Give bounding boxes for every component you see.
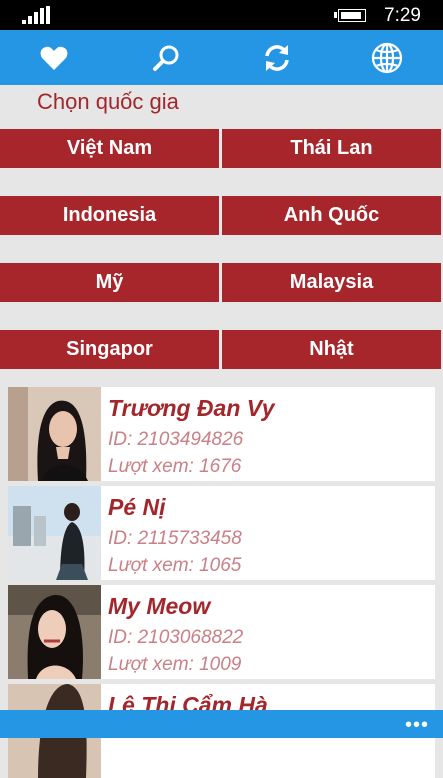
profile-name: Pé Nị <box>108 494 166 520</box>
heart-icon[interactable] <box>36 40 72 76</box>
list-item[interactable]: Trương Đan Vy ID: 2103494826 Lượt xem: 1… <box>8 387 435 481</box>
country-button-indonesia[interactable]: Indonesia <box>0 196 219 235</box>
country-button-japan[interactable]: Nhật <box>222 330 441 369</box>
clock: 7:29 <box>384 5 421 26</box>
profile-views: Lượt xem: 1009 <box>108 654 242 675</box>
list-item[interactable]: Pé Nị ID: 2115733458 Lượt xem: 1065 <box>8 486 435 580</box>
profile-views: Lượt xem: 1065 <box>108 555 242 576</box>
country-button-vietnam[interactable]: Việt Nam <box>0 129 219 168</box>
profile-id: ID: 2103494826 <box>108 429 244 450</box>
more-options-icon[interactable]: ••• <box>405 715 429 735</box>
profile-id: ID: 2103068822 <box>108 627 244 648</box>
avatar <box>8 585 101 679</box>
profile-name: Trương Đan Vy <box>108 395 275 421</box>
avatar <box>8 486 101 580</box>
country-button-singapore[interactable]: Singapor <box>0 330 219 369</box>
signal-icon <box>22 6 50 24</box>
country-button-malaysia[interactable]: Malaysia <box>222 263 441 302</box>
country-button-usa[interactable]: Mỹ <box>0 263 219 302</box>
status-bar: 7:29 <box>0 0 443 30</box>
profile-id: ID: 2115733458 <box>108 528 242 549</box>
country-button-uk[interactable]: Anh Quốc <box>222 196 441 235</box>
search-icon[interactable] <box>148 40 184 76</box>
country-button-thailand[interactable]: Thái Lan <box>222 129 441 168</box>
refresh-icon[interactable] <box>259 40 295 76</box>
list-item[interactable]: My Meow ID: 2103068822 Lượt xem: 1009 <box>8 585 435 679</box>
profile-name: My Meow <box>108 593 211 619</box>
profile-views: Lượt xem: 1676 <box>108 456 242 477</box>
globe-icon[interactable] <box>369 40 405 76</box>
avatar <box>8 387 101 481</box>
app-bar <box>0 30 443 85</box>
page-title: Chọn quốc gia <box>37 89 179 114</box>
battery-icon <box>334 9 366 22</box>
bottom-app-bar: ••• <box>0 710 443 738</box>
